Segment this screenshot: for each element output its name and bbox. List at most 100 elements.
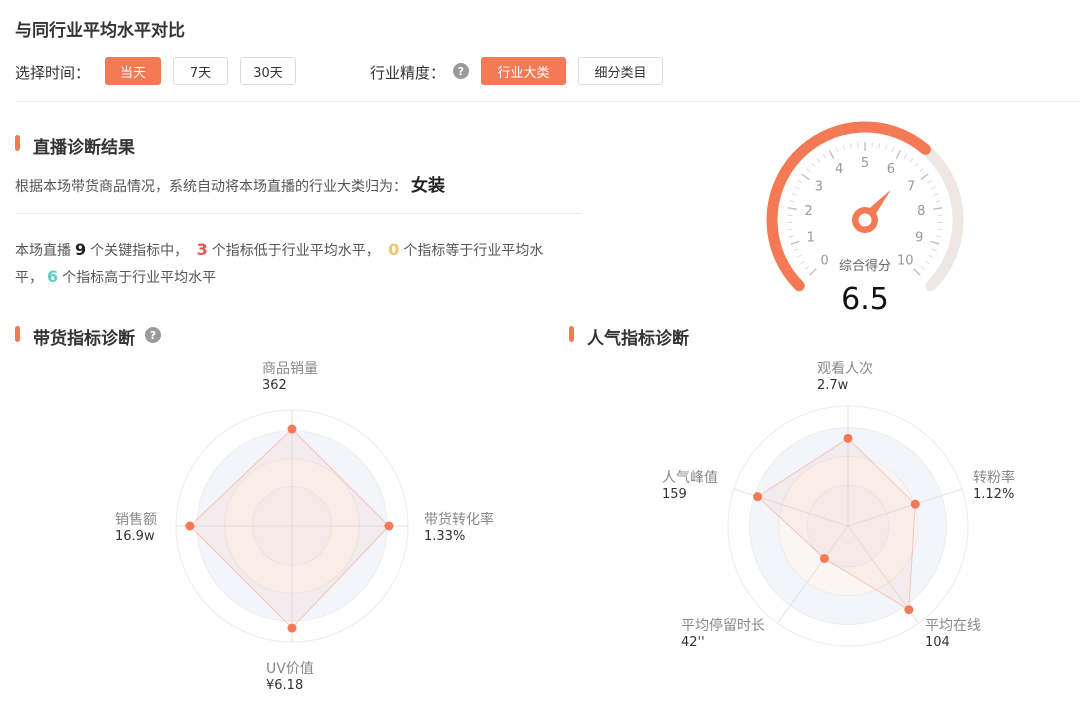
radar-ring [806,484,890,568]
radar-axis-label: 带货转化率 1.33% [424,509,494,544]
gauge-minor-tick [835,147,839,153]
summary-total-count: 9 [75,240,87,259]
radar-ring [196,430,388,622]
question-circle-icon[interactable]: ? [453,63,469,79]
gauge-minor-tick [793,248,799,252]
section-marker [15,135,20,151]
gauge-tick-label: 7 [907,179,915,194]
gauge-tick-label: 5 [861,156,869,171]
radar-spoke [777,525,849,624]
gauge-minor-tick [931,248,937,252]
section-marker [569,326,574,342]
precision-label: 行业精度： [370,64,446,82]
precision-option-sub[interactable]: 细分类目 [578,57,663,85]
question-circle-icon[interactable]: ? [145,327,161,343]
gauge-value: 6.5 [841,282,889,317]
gauge-major-tick [787,207,797,210]
gauge-label: 综合得分 [839,258,891,274]
score-gauge: 01 234 5 678 910 综合得分 6.5 [766,121,964,317]
radar-axis-label: 平均在线 104 [925,615,981,650]
sales-radar-title: 带货指标诊断 [33,329,135,349]
radar-axis-label: 观看人次 2.7w [817,358,873,393]
radar-ring [749,427,947,625]
axis-value: 159 [662,487,687,502]
gauge-major-tick [933,207,943,210]
gauge-minor-tick [822,153,827,159]
gauge-minor-tick [806,168,811,173]
time-option-30days[interactable]: 30天 [240,57,296,85]
axis-name: 平均停留时长 [681,618,765,634]
gauge-major-tick [809,268,817,276]
radar-ring [777,455,919,597]
time-label: 选择时间： [15,64,91,82]
gauge-minor-tick [909,158,914,163]
axis-name: 转粉率 [973,470,1015,486]
gauge-hub-center [858,213,872,227]
axis-name: 商品销量 [262,361,318,377]
axis-value: 1.12% [973,487,1015,502]
gauge-minor-tick [797,179,803,184]
radar-axis-label: UV价值 ¥6.18 [266,658,314,693]
radar-axis-label: 销售额 16.9w [115,509,157,544]
radar-point [287,623,297,633]
time-option-7days[interactable]: 7天 [173,57,228,85]
gauge-minor-tick [791,193,797,196]
gauge-minor-tick [842,144,846,151]
axis-value: ¥6.18 [266,678,304,693]
radar-point [185,521,195,531]
gauge-minor-tick [884,144,888,151]
category-value: 女装 [411,176,445,196]
gauge-major-tick [913,268,921,276]
summary-text-2: 个关键指标中， [90,243,189,259]
axis-name: 带货转化率 [424,512,494,528]
gauge-tick-label: 8 [917,204,925,219]
gauge-minor-tick [920,266,926,271]
axis-name: 平均在线 [925,618,981,634]
gauge-major-tick [829,150,835,159]
axis-name: UV价值 [266,661,314,677]
radar-spoke [847,488,963,527]
gauge-tick-label: 1 [807,231,815,246]
gauge-tick-label: 0 [821,253,829,268]
gauge-minor-tick [788,235,794,238]
gauge-tick-label: 9 [915,231,923,246]
precision-option-major[interactable]: 行业大类 [481,57,566,85]
axis-value: 42'' [681,635,705,650]
axis-value: 2.7w [817,378,849,393]
gauge-minor-tick [878,143,881,149]
gauge-minor-tick [787,228,793,231]
gauge-minor-tick [811,162,816,168]
radar-ring [727,405,969,647]
gauge-major-tick [930,240,940,245]
radar-spoke [733,488,849,527]
gauge-tick-label: 4 [835,162,843,177]
radar-point [910,499,920,509]
gauge-major-tick [790,240,800,245]
gauge-minor-tick [927,179,933,184]
time-option-today[interactable]: 当天 [105,57,161,85]
category-sentence: 根据本场带货商品情况，系统自动将本场直播的行业大类归为： [15,179,407,195]
gauge-major-tick [920,173,929,180]
summary-equal-count: 0 [388,240,400,259]
gauge-minor-tick [928,254,934,258]
axis-value: 16.9w [115,529,155,544]
radar-axis-label: 平均停留时长 42'' [681,615,765,650]
axis-name: 销售额 [115,512,157,528]
gauge-minor-tick [925,260,930,265]
gauge-minor-tick [937,228,943,231]
summary-text-3: 个指标低于行业平均水平， [211,243,380,259]
summary-text-4: 个指标等于行业平均水 [403,243,544,259]
axis-name: 人气峰值 [662,470,718,486]
gauge-minor-tick [930,186,936,190]
radar-axis-label: 人气峰值 159 [662,467,718,502]
summary-text-1: 本场直播 [15,243,71,259]
radar-point [384,521,394,531]
page-title: 与同行业平均水平对比 [15,21,185,41]
gauge-minor-tick [891,147,895,153]
radar-point [287,424,297,434]
gauge-minor-tick [914,162,919,168]
gauge-minor-tick [919,168,924,173]
header-divider [15,101,1080,102]
gauge-minor-tick [796,254,802,258]
gauge-minor-tick [935,200,941,203]
